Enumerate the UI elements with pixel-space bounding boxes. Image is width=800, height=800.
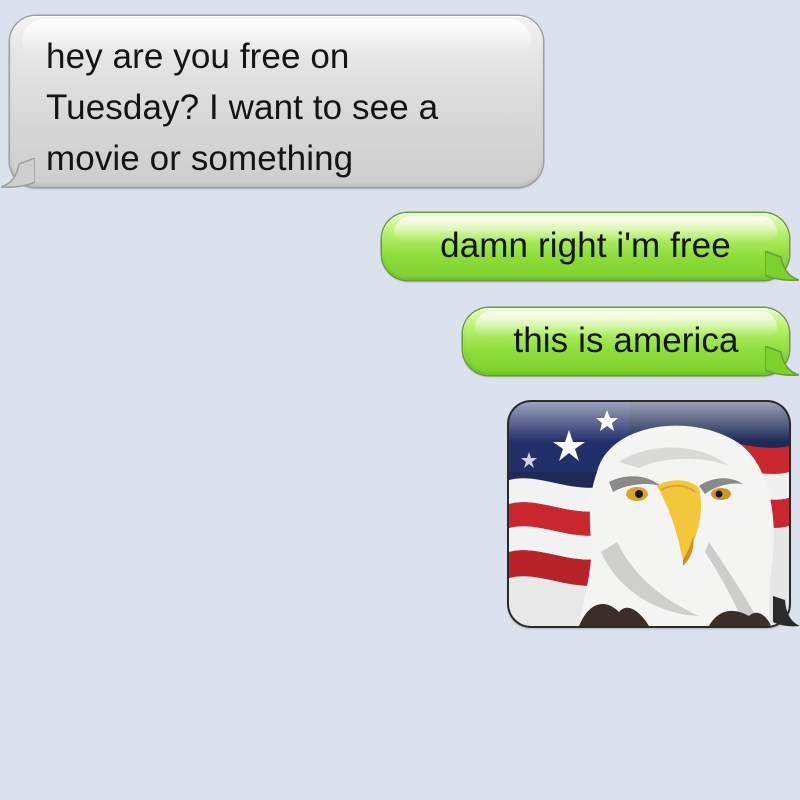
eagle-flag-image bbox=[509, 402, 789, 626]
outgoing-message-bubble[interactable]: damn right i'm free bbox=[382, 213, 799, 281]
message-line: movie or something bbox=[46, 139, 354, 178]
message-text: this is america bbox=[513, 321, 739, 360]
message-text: damn right i'm free bbox=[440, 226, 731, 265]
message-thread: hey are you free on Tuesday? I want to s… bbox=[0, 0, 800, 800]
bubble-tail bbox=[1, 158, 35, 188]
message-line: Tuesday? I want to see a bbox=[46, 88, 439, 127]
bubble-tail bbox=[773, 596, 800, 627]
image-message-bubble[interactable] bbox=[509, 402, 789, 626]
outgoing-message-bubble[interactable]: this is america bbox=[463, 308, 799, 376]
message-line: hey are you free on bbox=[46, 37, 350, 76]
incoming-message-bubble[interactable]: hey are you free on Tuesday? I want to s… bbox=[1, 16, 543, 188]
